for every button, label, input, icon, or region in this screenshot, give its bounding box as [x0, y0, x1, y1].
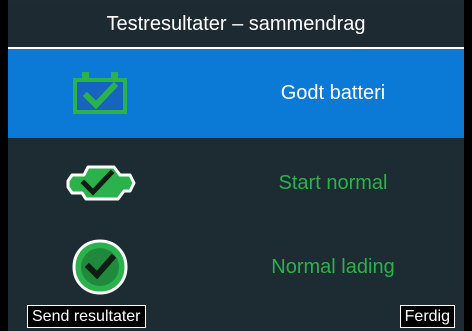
send-results-button[interactable]: Send resultater [27, 305, 146, 328]
result-label: Normal lading [271, 255, 395, 278]
page-title: Testresultater – sammendrag [8, 3, 464, 45]
result-label: Start normal [278, 171, 388, 194]
result-row-charging[interactable]: Normal lading [8, 222, 464, 312]
results-screen: Testresultater – sammendrag Godt batteri… [8, 0, 464, 331]
result-label: Godt batteri [280, 82, 386, 104]
battery-check-icon [48, 59, 152, 129]
done-button[interactable]: Ferdig [399, 305, 455, 328]
engine-check-icon [48, 148, 152, 218]
alternator-check-icon [48, 232, 152, 302]
result-row-starter[interactable]: Start normal [8, 138, 464, 228]
result-row-battery[interactable]: Godt batteri [8, 49, 464, 138]
